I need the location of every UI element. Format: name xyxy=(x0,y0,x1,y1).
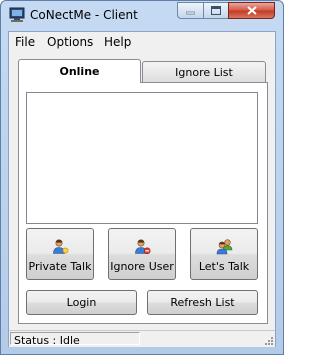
client-area: File Options Help Online Ignore List Pri… xyxy=(8,31,276,347)
users-group-icon xyxy=(216,239,233,255)
lets-talk-label: Let's Talk xyxy=(198,260,250,273)
computer-icon xyxy=(9,7,25,22)
menu-help[interactable]: Help xyxy=(104,35,131,49)
app-window: CoNectMe - Client File Options Help Onli… xyxy=(0,0,284,355)
login-button[interactable]: Login xyxy=(26,290,137,315)
status-bar: Status : Idle xyxy=(9,330,275,347)
tab-ignore-list[interactable]: Ignore List xyxy=(142,61,266,83)
resize-grip-icon[interactable] xyxy=(264,336,274,346)
menu-file[interactable]: File xyxy=(15,35,35,49)
tab-ignore-list-label: Ignore List xyxy=(175,66,233,79)
private-talk-button[interactable]: Private Talk xyxy=(26,228,94,280)
title-bar[interactable]: CoNectMe - Client xyxy=(1,1,283,30)
maximize-button[interactable] xyxy=(203,2,229,19)
window-title: CoNectMe - Client xyxy=(30,8,138,22)
user-chat-icon xyxy=(53,239,69,254)
ignore-user-button[interactable]: Ignore User xyxy=(108,228,176,280)
status-pane: Status : Idle xyxy=(10,332,140,347)
minimize-button[interactable] xyxy=(177,2,204,19)
user-block-icon xyxy=(135,239,151,255)
ignore-user-label: Ignore User xyxy=(110,260,174,273)
close-button[interactable] xyxy=(228,2,275,19)
status-text: Status : Idle xyxy=(14,334,80,347)
menu-options[interactable]: Options xyxy=(47,35,93,49)
private-talk-label: Private Talk xyxy=(28,260,92,273)
tab-online-label: Online xyxy=(59,65,100,78)
refresh-list-button[interactable]: Refresh List xyxy=(147,290,258,315)
close-icon xyxy=(246,6,257,15)
online-users-list[interactable] xyxy=(26,92,258,224)
lets-talk-button[interactable]: Let's Talk xyxy=(190,228,258,280)
menu-bar: File Options Help xyxy=(9,32,275,52)
tab-panel-online: Private Talk Ignore User Let's Talk Logi… xyxy=(18,82,268,324)
minimize-icon xyxy=(186,11,195,15)
tab-online[interactable]: Online xyxy=(18,59,141,83)
maximize-icon xyxy=(211,6,221,15)
